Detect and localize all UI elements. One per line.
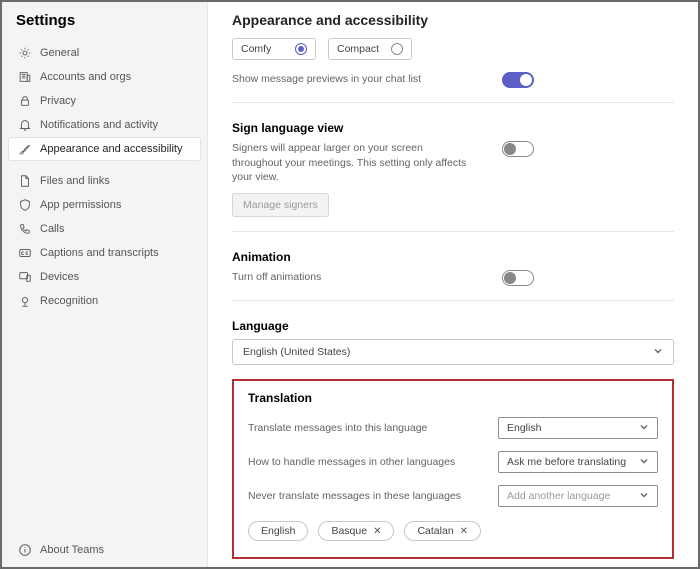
divider — [232, 300, 674, 301]
sidebar-item-label: Recognition — [40, 295, 98, 307]
radio-icon — [391, 43, 403, 55]
language-chip-catalan[interactable]: Catalan ✕ — [404, 521, 481, 541]
radio-icon — [295, 43, 307, 55]
language-select[interactable]: English (United States) — [232, 339, 674, 365]
phone-icon — [18, 222, 32, 236]
brush-icon — [18, 142, 32, 156]
density-option-comfy[interactable]: Comfy — [232, 38, 316, 60]
file-icon — [18, 174, 32, 188]
settings-title: Settings — [2, 2, 207, 35]
sidebar-item-label: Privacy — [40, 95, 76, 107]
translation-section: Translation Translate messages into this… — [232, 379, 674, 559]
chevron-down-icon — [639, 422, 649, 435]
handle-messages-label: How to handle messages in other language… — [248, 456, 486, 468]
close-icon[interactable]: ✕ — [373, 526, 381, 537]
sidebar-item-label: App permissions — [40, 199, 121, 211]
sidebar-item-accounts-and-orgs[interactable]: Accounts and orgs — [8, 65, 201, 89]
animation-toggle[interactable] — [502, 270, 534, 286]
chip-label: Catalan — [417, 525, 453, 537]
chip-label: English — [261, 525, 295, 537]
section-language: Language — [232, 319, 674, 333]
sidebar-item-privacy[interactable]: Privacy — [8, 89, 201, 113]
device-icon — [18, 270, 32, 284]
settings-sidebar: Settings General Accounts and orgs Privacy… — [2, 2, 208, 567]
info-icon — [18, 543, 32, 557]
never-translate-select[interactable]: Add another language — [498, 485, 658, 507]
sidebar-item-label: General — [40, 47, 79, 59]
section-translation: Translation — [248, 391, 658, 405]
density-selector: Comfy Compact — [232, 38, 674, 60]
section-animation: Animation — [232, 250, 674, 264]
sidebar-item-devices[interactable]: Devices — [8, 265, 201, 289]
chevron-down-icon — [653, 346, 663, 359]
sidebar-item-general[interactable]: General — [8, 41, 201, 65]
select-value: English — [507, 422, 541, 434]
settings-main: Appearance and accessibility Comfy Compa… — [208, 2, 698, 567]
chevron-down-icon — [639, 456, 649, 469]
lock-icon — [18, 94, 32, 108]
shield-icon — [18, 198, 32, 212]
sidebar-item-appearance-and-accessibility[interactable]: Appearance and accessibility — [8, 137, 201, 161]
about-label: About Teams — [40, 544, 104, 556]
page-title: Appearance and accessibility — [232, 12, 674, 28]
manage-signers-button[interactable]: Manage signers — [232, 193, 329, 217]
sidebar-item-label: Files and links — [40, 175, 110, 187]
about-link[interactable]: About Teams — [2, 533, 207, 567]
never-translate-label: Never translate messages in these langua… — [248, 490, 486, 502]
density-label: Comfy — [241, 43, 271, 55]
translate-into-label: Translate messages into this language — [248, 422, 486, 434]
density-option-compact[interactable]: Compact — [328, 38, 412, 60]
never-translate-chips: English Basque ✕ Catalan ✕ — [248, 521, 658, 541]
sidebar-item-label: Devices — [40, 271, 79, 283]
chevron-down-icon — [639, 490, 649, 503]
sidebar-item-recognition[interactable]: Recognition — [8, 289, 201, 313]
language-chip-basque[interactable]: Basque ✕ — [318, 521, 394, 541]
close-icon[interactable]: ✕ — [460, 526, 468, 537]
sidebar-item-label: Calls — [40, 223, 64, 235]
sidebar-item-calls[interactable]: Calls — [8, 217, 201, 241]
preview-toggle[interactable] — [502, 72, 534, 88]
select-placeholder: Add another language — [507, 490, 610, 502]
sidebar-item-files-and-links[interactable]: Files and links — [8, 169, 201, 193]
translate-into-select[interactable]: English — [498, 417, 658, 439]
sign-language-desc: Signers will appear larger on your scree… — [232, 141, 472, 185]
sidebar-item-label: Captions and transcripts — [40, 247, 159, 259]
preview-label: Show message previews in your chat list — [232, 72, 472, 87]
animation-label: Turn off animations — [232, 270, 472, 285]
sidebar-item-label: Accounts and orgs — [40, 71, 131, 83]
language-chip-english: English — [248, 521, 308, 541]
bell-icon — [18, 118, 32, 132]
sidebar-item-label: Appearance and accessibility — [40, 143, 182, 155]
sidebar-item-label: Notifications and activity — [40, 119, 158, 131]
chip-label: Basque — [331, 525, 367, 537]
language-value: English (United States) — [243, 346, 350, 358]
org-icon — [18, 70, 32, 84]
density-label: Compact — [337, 43, 379, 55]
sidebar-item-captions-and-transcripts[interactable]: Captions and transcripts — [8, 241, 201, 265]
select-value: Ask me before translating — [507, 456, 626, 468]
recognition-icon — [18, 294, 32, 308]
sidebar-item-notifications-and-activity[interactable]: Notifications and activity — [8, 113, 201, 137]
handle-messages-select[interactable]: Ask me before translating — [498, 451, 658, 473]
gear-icon — [18, 46, 32, 60]
section-sign-language: Sign language view — [232, 121, 674, 135]
sign-language-toggle[interactable] — [502, 141, 534, 157]
divider — [232, 231, 674, 232]
cc-icon — [18, 246, 32, 260]
sidebar-item-app-permissions[interactable]: App permissions — [8, 193, 201, 217]
divider — [232, 102, 674, 103]
